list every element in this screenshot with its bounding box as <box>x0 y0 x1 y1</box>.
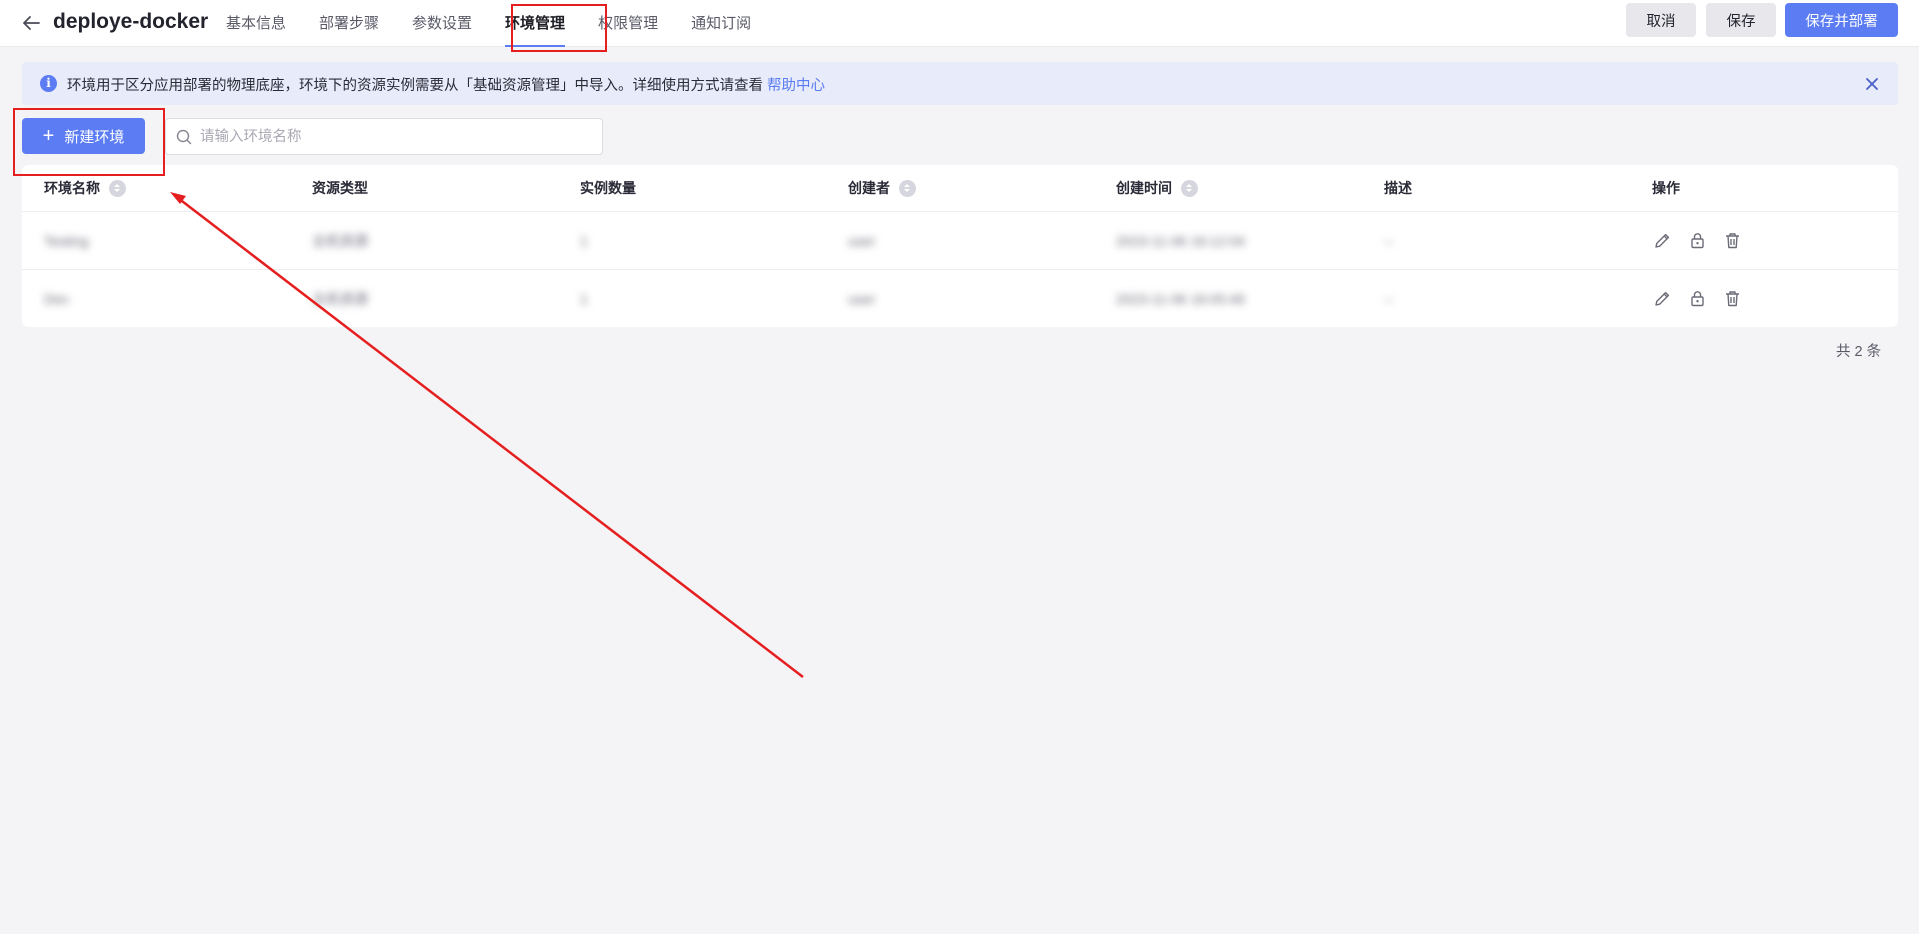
instance-count: 1 <box>580 232 588 249</box>
plus-icon: + <box>42 125 55 147</box>
column-header-creator[interactable]: 创建者 <box>848 165 916 211</box>
search-icon <box>176 129 192 145</box>
table-header: 环境名称 资源类型 实例数量 创建者 创建时间 描述 操作 <box>22 165 1898 212</box>
row-actions <box>1652 212 1743 269</box>
info-banner: i 环境用于区分应用部署的物理底座，环境下的资源实例需要从「基础资源管理」中导入… <box>22 62 1898 105</box>
column-label: 创建时间 <box>1116 180 1172 196</box>
environment-name[interactable]: Dev <box>44 270 69 327</box>
tab-parameter-settings[interactable]: 参数设置 <box>412 0 472 46</box>
column-label: 环境名称 <box>44 180 100 196</box>
arrow-left-icon[interactable] <box>20 12 42 34</box>
lock-icon[interactable] <box>1687 230 1708 251</box>
column-header-name[interactable]: 环境名称 <box>44 165 126 211</box>
creator: user <box>848 290 876 307</box>
lock-icon[interactable] <box>1687 288 1708 309</box>
banner-message: 环境用于区分应用部署的物理底座，环境下的资源实例需要从「基础资源管理」中导入。详… <box>67 74 825 95</box>
save-button[interactable]: 保存 <box>1706 3 1776 37</box>
tab-notification-subscription[interactable]: 通知订阅 <box>691 0 751 46</box>
column-header-resource-type: 资源类型 <box>312 180 368 196</box>
search-box <box>165 118 603 155</box>
info-icon: i <box>40 75 57 92</box>
description: -- <box>1384 232 1394 249</box>
tab-basic-info[interactable]: 基本信息 <box>226 0 286 46</box>
environment-search-input[interactable] <box>198 119 592 154</box>
column-header-actions: 操作 <box>1652 180 1680 196</box>
edit-icon[interactable] <box>1652 288 1673 309</box>
help-center-link[interactable]: 帮助中心 <box>767 78 825 94</box>
save-and-deploy-button[interactable]: 保存并部署 <box>1785 3 1898 37</box>
delete-icon[interactable] <box>1722 230 1743 251</box>
environment-name[interactable]: Testing <box>44 212 88 269</box>
environment-table: 环境名称 资源类型 实例数量 创建者 创建时间 描述 操作 Testing 主机… <box>22 165 1898 327</box>
resource-type: 主机资源 <box>312 232 368 249</box>
column-label: 创建者 <box>848 180 890 196</box>
close-icon[interactable] <box>1864 76 1880 92</box>
edit-icon[interactable] <box>1652 230 1673 251</box>
sort-icon[interactable] <box>899 179 916 197</box>
banner-text: 环境用于区分应用部署的物理底座，环境下的资源实例需要从「基础资源管理」中导入。详… <box>67 78 763 94</box>
new-environment-button[interactable]: + 新建环境 <box>22 118 145 154</box>
column-header-created-at[interactable]: 创建时间 <box>1116 165 1198 211</box>
app-title: deploye-docker <box>53 10 209 33</box>
tab-permission-management[interactable]: 权限管理 <box>598 0 658 46</box>
creator: user <box>848 232 876 249</box>
sort-icon[interactable] <box>1181 179 1198 197</box>
table-row: Testing 主机资源 1 user 2023-11-06 16:12:04 … <box>22 212 1898 270</box>
description: -- <box>1384 290 1394 307</box>
tab-environment-management[interactable]: 环境管理 <box>505 0 566 47</box>
cancel-button[interactable]: 取消 <box>1626 3 1696 37</box>
tab-bar: 基本信息 部署步骤 参数设置 环境管理 权限管理 通知订阅 <box>226 0 784 47</box>
created-at: 2023-11-06 16:12:04 <box>1116 232 1245 249</box>
top-bar: deploye-docker 基本信息 部署步骤 参数设置 环境管理 权限管理 … <box>0 0 1919 47</box>
instance-count: 1 <box>580 290 588 307</box>
table-row: Dev 主机资源 1 user 2023-11-06 16:05:49 -- <box>22 270 1898 327</box>
new-environment-label: 新建环境 <box>64 128 125 146</box>
resource-type: 主机资源 <box>312 290 368 307</box>
row-actions <box>1652 270 1743 327</box>
created-at: 2023-11-06 16:05:49 <box>1116 290 1245 307</box>
column-header-description: 描述 <box>1384 180 1412 196</box>
delete-icon[interactable] <box>1722 288 1743 309</box>
sort-icon[interactable] <box>109 179 126 197</box>
column-header-instance-count: 实例数量 <box>580 180 636 196</box>
total-count: 共 2 条 <box>1836 344 1882 360</box>
tab-deploy-steps[interactable]: 部署步骤 <box>319 0 379 46</box>
